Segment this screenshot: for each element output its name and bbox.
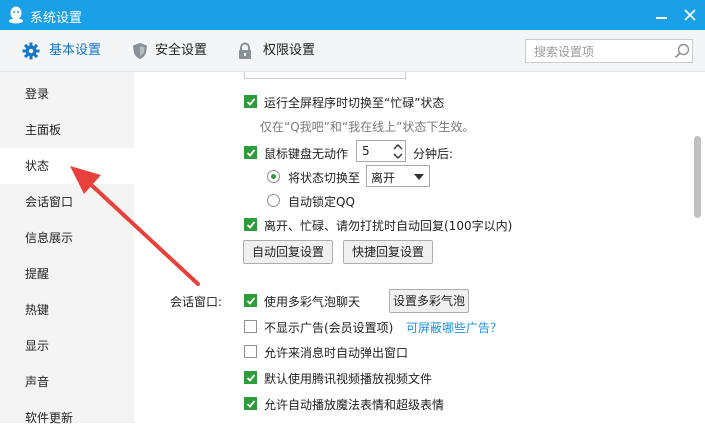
- idle-label: 鼠标键盘无动作: [264, 147, 349, 161]
- tab-label: 权限设置: [263, 43, 316, 58]
- chevron-down-icon[interactable]: [392, 152, 404, 161]
- qq-penguin-icon: [9, 6, 23, 24]
- checkmark-icon: [246, 149, 256, 157]
- auto-reply-label: 离开、忙碌、请勿打扰时自动回复(100字以内): [264, 219, 513, 233]
- content-scrollbar[interactable]: [694, 136, 701, 218]
- checkmark-icon: [246, 221, 256, 229]
- tab-basic-settings[interactable]: 基本设置: [22, 30, 112, 71]
- sidebar-item-status[interactable]: 状态: [0, 148, 134, 184]
- hide-ads-checkbox[interactable]: [244, 320, 257, 333]
- lock-icon: [239, 42, 251, 59]
- auto-reply-checkbox[interactable]: [244, 218, 257, 231]
- tab-label: 安全设置: [155, 43, 208, 58]
- popup-on-message-label: 允许来消息时自动弹出窗口: [264, 346, 409, 360]
- session-window-heading: 会话窗口:: [170, 295, 223, 309]
- settings-content: 运行全屏程序时切换至“忙碌”状态 仅在“Q我吧”和“我在线上”状态下生效。 鼠标…: [134, 72, 705, 423]
- close-button[interactable]: [678, 4, 702, 26]
- switch-status-label: 将状态切换至: [288, 171, 361, 185]
- sidebar-item-display[interactable]: 显示: [0, 328, 134, 364]
- quick-reply-settings-button[interactable]: 快捷回复设置: [343, 240, 433, 264]
- checkmark-icon: [246, 400, 256, 408]
- checkmark-icon: [246, 98, 256, 106]
- chevron-up-icon[interactable]: [392, 142, 404, 151]
- sidebar-item-main-panel[interactable]: 主面板: [0, 112, 134, 148]
- away-status-value: 离开: [371, 171, 396, 185]
- magic-emoticons-label: 允许自动播放魔法表情和超级表情: [264, 398, 445, 412]
- title-bar: 系统设置: [0, 0, 705, 30]
- auto-lock-radio[interactable]: [267, 194, 280, 207]
- fullscreen-busy-checkbox[interactable]: [244, 95, 257, 108]
- ads-info-link[interactable]: 可屏蔽哪些广告？: [406, 319, 502, 336]
- sidebar-item-session-window[interactable]: 会话窗口: [0, 184, 134, 220]
- popup-on-message-checkbox[interactable]: [244, 345, 257, 358]
- dropdown-arrow-icon: [414, 174, 424, 180]
- checkmark-icon: [246, 297, 256, 305]
- shield-icon: [133, 43, 147, 59]
- search-input[interactable]: [532, 42, 672, 62]
- sidebar-item-info-display[interactable]: 信息展示: [0, 220, 134, 256]
- fullscreen-busy-label: 运行全屏程序时切换至“忙碌”状态: [264, 96, 445, 110]
- settings-sidebar: 登录 主面板 状态 会话窗口 信息展示 提醒 热键 显示 声音 软件更新: [0, 72, 134, 425]
- auto-lock-label: 自动锁定QQ: [288, 195, 355, 209]
- gear-icon: [22, 42, 40, 60]
- colorful-bubble-label: 使用多彩气泡聊天: [264, 295, 361, 309]
- colorful-bubble-checkbox[interactable]: [244, 294, 257, 307]
- sidebar-item-login[interactable]: 登录: [0, 76, 134, 112]
- close-icon: [684, 9, 696, 21]
- sidebar-item-software-update[interactable]: 软件更新: [0, 400, 134, 436]
- idle-checkbox[interactable]: [244, 146, 257, 159]
- settings-toolbar: 基本设置 安全设置 权限设置: [0, 30, 705, 72]
- idle-minutes-stepper[interactable]: 5: [356, 140, 406, 162]
- tab-security-settings[interactable]: 安全设置: [131, 30, 213, 71]
- sidebar-item-hotkeys[interactable]: 热键: [0, 292, 134, 328]
- idle-unit-label: 分钟后:: [413, 147, 454, 161]
- sidebar-item-reminder[interactable]: 提醒: [0, 256, 134, 292]
- tab-label: 基本设置: [49, 43, 102, 58]
- away-status-select[interactable]: 离开: [366, 165, 430, 187]
- scrolled-off-row: [244, 72, 406, 79]
- minimize-button[interactable]: [650, 4, 674, 26]
- idle-minutes-value: 5: [362, 144, 370, 158]
- tencent-video-label: 默认使用腾讯视频播放视频文件: [264, 372, 433, 386]
- hide-ads-label: 不显示广告(会员设置项): [264, 321, 394, 335]
- minimize-icon: [656, 17, 667, 19]
- auto-reply-settings-button[interactable]: 自动回复设置: [243, 240, 333, 264]
- tab-permission-settings[interactable]: 权限设置: [236, 30, 316, 71]
- window-title: 系统设置: [30, 11, 83, 26]
- fullscreen-hint: 仅在“Q我吧”和“我在线上”状态下生效。: [260, 120, 475, 134]
- switch-status-radio[interactable]: [267, 170, 280, 183]
- magic-emoticons-checkbox[interactable]: [244, 397, 257, 410]
- checkmark-icon: [246, 374, 256, 382]
- bubble-settings-button[interactable]: 设置多彩气泡: [389, 289, 469, 313]
- settings-search-box[interactable]: [525, 39, 693, 63]
- tencent-video-checkbox[interactable]: [244, 371, 257, 384]
- search-icon[interactable]: [674, 43, 690, 59]
- sidebar-item-sound[interactable]: 声音: [0, 364, 134, 400]
